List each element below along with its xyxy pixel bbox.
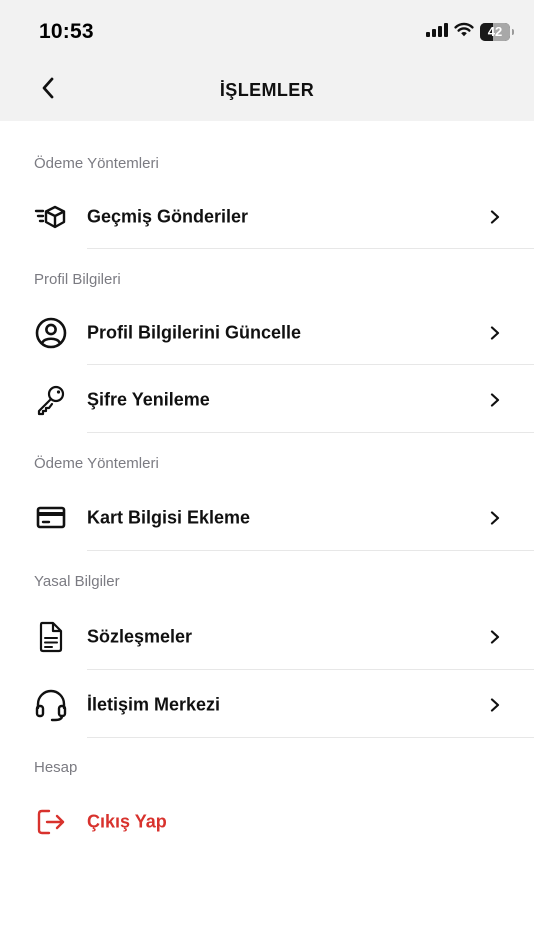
credit-card-icon — [34, 501, 68, 535]
menu-item-sozlesmeler[interactable]: Sözleşmeler — [0, 604, 534, 670]
chevron-right-icon — [488, 630, 502, 644]
chevron-right-icon — [488, 210, 502, 224]
menu-item-label: Geçmiş Gönderiler — [87, 206, 249, 227]
document-icon — [34, 620, 68, 654]
logout-icon — [34, 805, 68, 839]
menu-item-profil-bilgilerini-guncelle[interactable]: Profil Bilgilerini Güncelle — [0, 300, 534, 366]
user-circle-icon — [34, 316, 68, 350]
logout-label: Çıkış Yap — [87, 811, 167, 832]
logout-button[interactable]: Çıkış Yap — [0, 789, 534, 855]
chevron-right-icon — [488, 326, 502, 340]
chevron-right-icon — [488, 393, 502, 407]
section-title: Yasal Bilgiler — [34, 573, 120, 590]
chevron-right-icon — [488, 511, 502, 525]
screen: 10:53 42 İŞLEMLER Ödeme Yöntemleri Geçmi… — [0, 0, 534, 950]
menu-item-label: Şifre Yenileme — [87, 389, 210, 410]
headset-icon — [34, 688, 68, 722]
divider — [87, 669, 534, 670]
menu-item-gecmis-gonderiler[interactable]: Geçmiş Gönderiler — [0, 184, 534, 250]
divider — [87, 248, 534, 249]
battery-level: 42 — [487, 24, 503, 39]
menu-item-sifre-yenileme[interactable]: Şifre Yenileme — [0, 367, 534, 433]
status-icons: 42 — [426, 22, 514, 42]
fast-box-icon — [34, 200, 68, 234]
page-title: İŞLEMLER — [219, 80, 315, 100]
wifi-icon — [454, 22, 474, 42]
menu-item-iletisim-merkezi[interactable]: İletişim Merkezi — [0, 672, 534, 738]
divider — [87, 550, 534, 551]
menu-item-kart-bilgisi-ekleme[interactable]: Kart Bilgisi Ekleme — [0, 485, 534, 551]
section-title: Hesap — [34, 759, 78, 776]
status-time: 10:53 — [39, 20, 94, 43]
section-title: Profil Bilgileri — [34, 271, 121, 288]
menu-item-label: Sözleşmeler — [87, 626, 193, 647]
divider — [87, 737, 534, 738]
menu-item-label: İletişim Merkezi — [87, 694, 221, 715]
divider — [87, 364, 534, 365]
section-title: Ödeme Yöntemleri — [34, 455, 159, 472]
battery-indicator: 42 — [480, 23, 514, 41]
signal-icon — [426, 22, 448, 42]
header: 10:53 42 İŞLEMLER — [0, 0, 534, 121]
section-title: Ödeme Yöntemleri — [34, 155, 159, 172]
divider — [87, 432, 534, 433]
menu-item-label: Kart Bilgisi Ekleme — [87, 507, 251, 528]
key-icon — [34, 383, 68, 417]
menu-item-label: Profil Bilgilerini Güncelle — [87, 322, 302, 343]
chevron-right-icon — [488, 698, 502, 712]
